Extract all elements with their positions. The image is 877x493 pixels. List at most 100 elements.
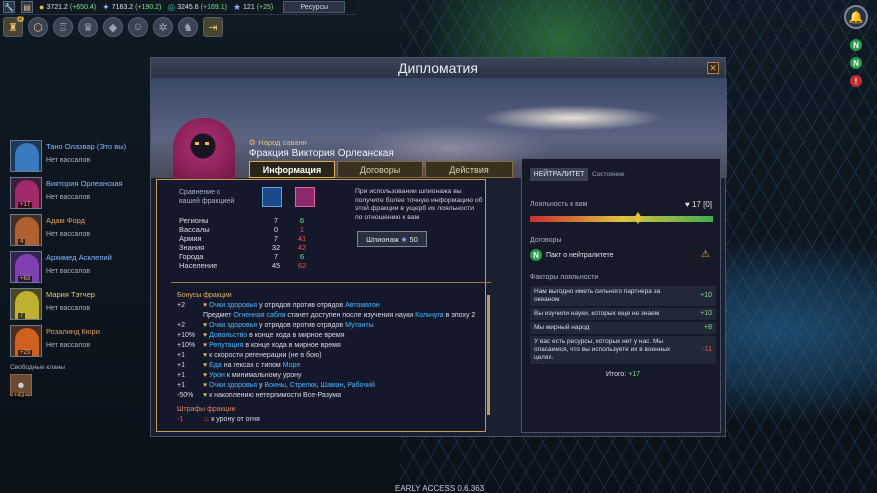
leader-row[interactable]: 4 Адам Форд Нет вассалов (10, 214, 138, 251)
cube-button[interactable]: ⬡ (28, 17, 48, 37)
bonus-text[interactable]: Автоматон (345, 302, 380, 309)
warning-icon[interactable]: ⚠ (701, 249, 710, 260)
loyalty-factor-row: Нам выгодно иметь сильного партнера за о… (530, 286, 716, 306)
tab-info[interactable]: Информация (249, 161, 335, 178)
bonus-text[interactable]: Урон (209, 372, 225, 379)
loyalty-factor-row: Вы изучили науки, которых еще не знаем +1… (530, 308, 716, 320)
stat-name: Армия (179, 234, 202, 243)
bonus-text: у отрядов против отрядов (257, 302, 346, 309)
star-icon: ★ (400, 234, 408, 244)
crown-button[interactable]: ♛ (78, 17, 98, 37)
leader-row[interactable]: 7 Мария Тэтчер Нет вассалов (10, 288, 138, 325)
leader-vassals: Нет вассалов (46, 305, 91, 312)
leader-row[interactable]: Тано Олазвар (Это вы) Нет вассалов (10, 140, 138, 177)
bonus-text[interactable]: Репутация (209, 342, 243, 349)
research-resource[interactable]: ◎ 3245.6 (+169.1) (167, 2, 227, 13)
exit-icon: ⇥ (208, 21, 218, 34)
exit-button[interactable]: ⇥ (203, 17, 223, 37)
scrollbar[interactable] (487, 295, 490, 415)
buildings-button[interactable]: ♖ (53, 17, 73, 37)
alert-icon[interactable]: ! (850, 75, 862, 87)
bonus-text: в конце хода в мирное время (247, 332, 345, 339)
leader-vassals: Нет вассалов (46, 231, 91, 238)
shield-button[interactable]: ◆ (103, 17, 123, 37)
spy-description: При использовании шпионажа вы получите б… (355, 188, 483, 221)
book-icon[interactable]: ▤ (21, 1, 33, 13)
race-icon: ❂ (249, 138, 256, 147)
free-clan-icon[interactable]: ☻ +43 (10, 374, 32, 399)
main-toolbar: ♜ 2 ⬡ ♖ ♛ ◆ ☺ ✲ ♞ ⇥ (3, 16, 223, 37)
mana-resource[interactable]: ✦ 7163.2 (+190.2) (102, 2, 161, 13)
info-panel: Сравнение с вашей фракцией Регионы 7 6 Васс… (156, 179, 491, 432)
bonus-row: +1 ♥ Очки здоровья у Воины, Стрелки, Шама… (177, 381, 477, 391)
relations-panel: НЕЙТРАЛИТЕТ Состояние Лояльность к вам ♥… (521, 158, 721, 433)
spy-button[interactable]: Шпионаж ★ 50 (357, 231, 427, 247)
bonus-text[interactable]: Шаман (321, 382, 344, 389)
stat-row: Города 7 6 (179, 252, 329, 261)
bonus-text: к скорости регенерации (не в бою) (209, 352, 322, 359)
bonus-row: +1 ♥ Еда на гексах с типом Море (177, 361, 477, 371)
stat-own: 7 (273, 216, 279, 225)
bonus-text[interactable]: Воины (265, 382, 286, 389)
bonus-value: +10% (177, 332, 196, 339)
leader-vassals: Нет вассалов (46, 342, 91, 349)
stat-theirs: 6 (299, 252, 305, 261)
window-title: Дипломатия (398, 60, 478, 76)
influence-resource[interactable]: ★ 121 (+25) (233, 2, 273, 13)
tab-actions[interactable]: Действия (425, 161, 513, 178)
loyalty-label: Лояльность к вам (530, 201, 588, 208)
bonus-header: Бонусы фракции (177, 292, 232, 299)
neutral-status-icon[interactable]: N (850, 39, 862, 51)
bonus-text[interactable]: Очки здоровья (209, 322, 257, 329)
faction-race: ❂ Народ саванн (249, 138, 307, 147)
bonus-text[interactable]: Довольство (209, 332, 247, 339)
total-row: Итого: +17 (605, 371, 641, 378)
bonus-value: +2 (177, 322, 185, 329)
bonus-text[interactable]: Стрелки (290, 382, 317, 389)
mana-icon: ✦ (102, 1, 110, 12)
bonus-text[interactable]: Очки здоровья (209, 382, 257, 389)
resources-button[interactable]: Ресурсы (283, 1, 346, 13)
leader-row[interactable]: +23 Розалинд Кюри Нет вассалов (10, 325, 138, 362)
tab-treaties[interactable]: Договоры (337, 161, 423, 178)
bonus-row: +1 ♥ Урон к минимальному урону (177, 371, 477, 381)
bonus-text: у отрядов против отрядов (257, 322, 346, 329)
network-button[interactable]: ✲ (153, 17, 173, 37)
bonus-text[interactable]: Море (283, 362, 301, 369)
cube-icon: ⬡ (33, 21, 43, 34)
leader-name: Мария Тэтчер (46, 290, 95, 299)
bonus-row: +1 ♥ к скорости регенерации (не в бою) (177, 351, 477, 361)
army-button[interactable]: ♞ (178, 17, 198, 37)
resource-bar: 🔧 ▤ ● 3721.2 (+650.4) ✦ 7163.2 (+190.2) ◎ 3… (0, 0, 356, 15)
factor-text: Вы изучили науки, которых еще не знаем (534, 310, 660, 317)
bonus-text[interactable]: Рабочий (347, 382, 375, 389)
bonus-text: в эпоху 2 (443, 312, 476, 319)
bonus-row: +2 ♥ Очки здоровья у отрядов против отряд… (177, 321, 477, 331)
neutral-status-icon-2[interactable]: N (850, 57, 862, 69)
wrench-icon[interactable]: 🔧 (3, 1, 15, 13)
person-button[interactable]: ☺ (128, 17, 148, 37)
bonus-text[interactable]: Кольчуга (415, 312, 444, 319)
gold-coin-icon: ● (39, 2, 45, 12)
bonus-text[interactable]: Очки здоровья (209, 302, 257, 309)
treaty-row[interactable]: N Пакт о нейтралитете (530, 249, 614, 261)
notifications-button[interactable]: 🔔 (844, 5, 868, 29)
shield-icon: ◆ (108, 21, 118, 34)
stat-theirs: 6 (299, 216, 305, 225)
loyalty-marker (633, 212, 642, 224)
penalty-row: -1 ♨ к урону от огня (177, 416, 260, 423)
leader-level: 4 (18, 239, 26, 245)
close-button[interactable]: ✕ (707, 62, 719, 74)
leader-name: Архимед Асклепий (46, 253, 112, 262)
leader-row[interactable]: +63 Архимед Асклепий Нет вассалов (10, 251, 138, 288)
leader-level: +17 (18, 202, 33, 208)
bonus-text[interactable]: Огненная сабля (233, 312, 285, 319)
bonus-text[interactable]: Мутанты (345, 322, 374, 329)
bonus-text: станет доступен после изучения науки (285, 312, 416, 319)
bonus-text[interactable]: Еда (209, 362, 222, 369)
gold-resource[interactable]: ● 3721.2 (+650.4) (39, 2, 96, 12)
leader-row[interactable]: +17 Виктория Орлеанская Нет вассалов (10, 177, 138, 214)
factor-value: +8 (704, 324, 712, 331)
bonus-row: +10% ♥ Довольство в конце хода в мирное в… (177, 331, 477, 341)
tasks-button[interactable]: ♜ 2 (3, 16, 24, 37)
